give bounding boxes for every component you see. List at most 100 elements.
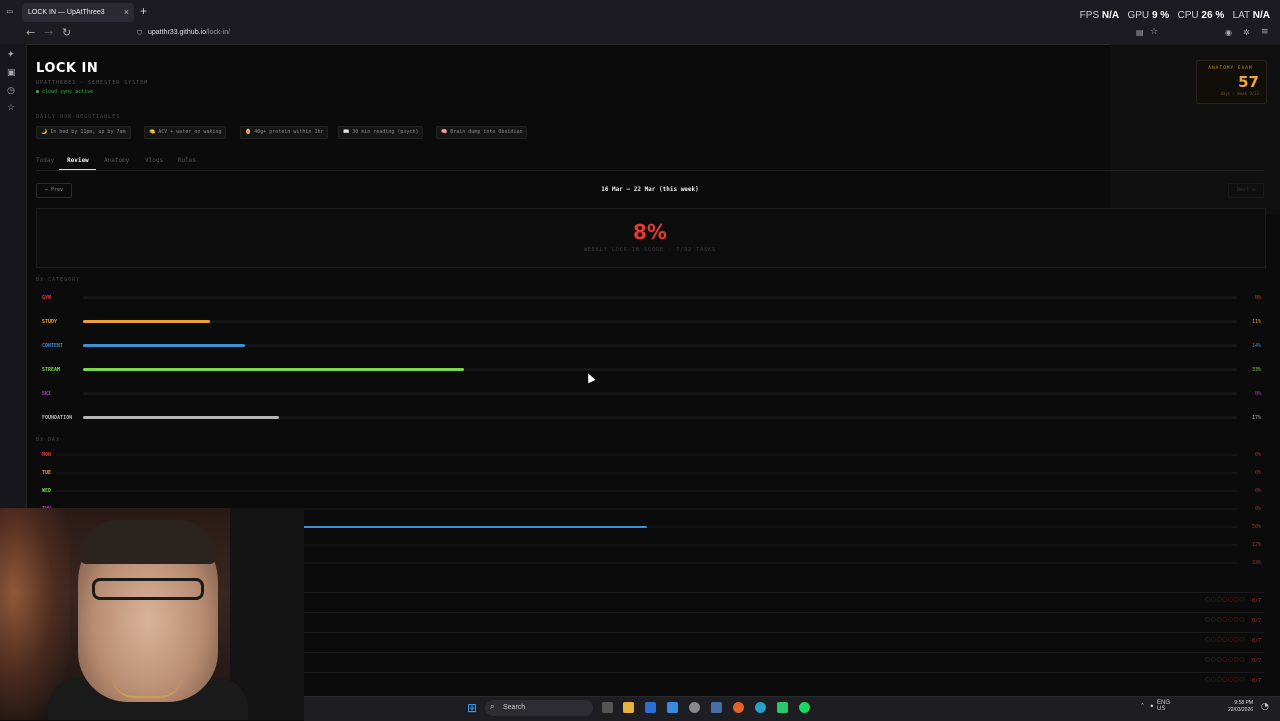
day-progress-track: [56, 472, 1237, 474]
url-host: upatthr33.github.io: [148, 29, 206, 36]
app-icon[interactable]: [711, 702, 722, 713]
non-negotiable-chip[interactable]: 🍋 ACV + water on waking: [144, 126, 227, 139]
non-negotiable-chip[interactable]: 🧠 Brain dump into Obsidian: [436, 126, 528, 139]
notification-bell-icon[interactable]: ◔: [1261, 702, 1269, 712]
day-label: WED: [42, 488, 52, 494]
next-week-button[interactable]: Next →: [1228, 183, 1264, 198]
lat-value: N/A: [1252, 10, 1270, 21]
tab-rules[interactable]: Rules: [178, 157, 196, 164]
category-progress-track: [83, 368, 1237, 371]
habit-dots[interactable]: ○○○○○○○: [1205, 676, 1245, 683]
non-negotiable-chip[interactable]: 🌙 In bed by 11pm, up by 7am: [36, 126, 131, 139]
category-percent: 17%: [1251, 415, 1261, 421]
new-tab-button[interactable]: +: [140, 4, 147, 18]
tab-today[interactable]: Today: [36, 157, 54, 164]
back-button[interactable]: ←: [26, 26, 35, 39]
url-path: /lock-in/: [206, 29, 231, 36]
habit-count: 0/7: [1251, 638, 1261, 644]
category-progress-track: [83, 416, 1237, 419]
file-explorer-icon[interactable]: [623, 702, 634, 713]
category-progress-fill: [83, 344, 245, 347]
windows-start-icon[interactable]: ⊞: [467, 701, 477, 715]
tab-vlogs[interactable]: Vlogs: [145, 157, 163, 164]
taskbar-search[interactable]: Search: [485, 700, 593, 716]
category-label: FOUNDATION: [42, 415, 73, 421]
habit-dots[interactable]: ○○○○○○○: [1205, 656, 1245, 663]
language-indicator[interactable]: ENG US: [1157, 700, 1170, 712]
task-view-icon[interactable]: [602, 702, 613, 713]
day-label: MON: [42, 452, 52, 458]
account-icon[interactable]: ◉: [1225, 28, 1232, 37]
habit-dots[interactable]: ○○○○○○○: [1205, 616, 1245, 623]
clock-date: 22/03/2026: [1228, 707, 1254, 713]
clock-time: 9:58 PM: [1234, 700, 1254, 706]
category-progress-fill: [83, 320, 210, 323]
sync-tabs-icon[interactable]: ▣: [7, 68, 16, 78]
sidebar-toggle-icon[interactable]: ▭: [7, 7, 12, 17]
countdown-sub: days · Week 9/13: [1220, 91, 1259, 96]
firefox-icon[interactable]: [733, 702, 744, 713]
category-label: GYM: [42, 295, 52, 301]
habit-row-divider: [304, 612, 1264, 613]
category-progress-track: [83, 344, 1237, 347]
countdown-days: 57: [1238, 73, 1259, 91]
chevron-up-icon[interactable]: ⌃: [1140, 704, 1145, 710]
prev-week-button[interactable]: ← Prev: [36, 183, 72, 198]
webcam-hair: [80, 520, 216, 564]
shield-icon[interactable]: ⛉: [137, 29, 142, 38]
by-day-label: BY DAY: [36, 437, 61, 443]
webcam-overlay: [0, 508, 304, 720]
webcam-glasses: [92, 578, 204, 600]
non-negotiable-chip[interactable]: 📖 30 min reading (psych): [338, 126, 424, 139]
address-bar[interactable]: upatthr33.github.io/lock-in/: [148, 29, 230, 36]
app-icon[interactable]: [689, 702, 700, 713]
search-icon: ⌕: [490, 702, 495, 711]
close-tab-icon[interactable]: ×: [124, 3, 129, 22]
cpu-value: 26 %: [1201, 10, 1225, 21]
system-clock[interactable]: 9:58 PM 22/03/2026: [1228, 700, 1253, 714]
browser-tab[interactable]: LOCK IN — UpAtThree3 ×: [22, 3, 134, 22]
app-icon[interactable]: [667, 702, 678, 713]
category-percent: 0%: [1254, 295, 1261, 301]
day-percent: 0%: [1254, 470, 1261, 476]
history-icon[interactable]: ◷: [7, 86, 15, 96]
category-progress-fill: [83, 368, 464, 371]
day-percent: 0%: [1254, 452, 1261, 458]
forward-button[interactable]: →: [44, 26, 53, 39]
edge-icon[interactable]: [755, 702, 766, 713]
cpu-label: CPU: [1177, 10, 1199, 21]
habit-count: 0/7: [1251, 678, 1261, 684]
reload-button[interactable]: ↻: [62, 26, 71, 39]
tab-anatomy[interactable]: Anatomy: [104, 157, 129, 164]
category-progress-track: [83, 392, 1237, 395]
tab-review[interactable]: Review: [67, 157, 89, 164]
habit-dots[interactable]: ○○○○○○○: [1205, 636, 1245, 643]
system-tray[interactable]: ⌃ ● ENG US: [1140, 700, 1170, 712]
extensions-icon[interactable]: ✲: [1243, 28, 1250, 37]
app-icon[interactable]: [777, 702, 788, 713]
bookmark-star-icon[interactable]: ☆: [1150, 27, 1158, 37]
non-negotiable-chip[interactable]: 🥚 40g+ protein within 1hr: [240, 126, 329, 139]
bookmarks-icon[interactable]: ☆: [7, 103, 15, 113]
menu-icon[interactable]: ≡: [1261, 27, 1269, 37]
spotify-icon[interactable]: [799, 702, 810, 713]
category-percent: 33%: [1251, 367, 1261, 373]
category-label: STREAM: [42, 367, 61, 373]
fps-label: FPS: [1079, 10, 1100, 21]
habit-count: 0/7: [1251, 598, 1261, 604]
microphone-icon[interactable]: ●: [1150, 704, 1154, 710]
category-percent: 0%: [1254, 391, 1261, 397]
habit-dots[interactable]: ○○○○○○○: [1205, 596, 1245, 603]
reader-icon[interactable]: ▤: [1136, 28, 1144, 37]
app-icon[interactable]: [645, 702, 656, 713]
day-progress-track: [56, 454, 1237, 456]
page-subtitle: UPATTHREE3 · SEMESTER SYSTEM: [36, 80, 149, 86]
webcam-chain: [112, 676, 182, 698]
ai-chat-icon[interactable]: ✦: [7, 50, 15, 60]
habit-row-divider: [304, 632, 1264, 633]
gpu-value: 9 %: [1151, 10, 1170, 21]
day-percent: 0%: [1254, 488, 1261, 494]
category-percent: 11%: [1251, 319, 1261, 325]
active-tab-indicator: [59, 169, 96, 170]
fps-value: N/A: [1101, 10, 1120, 21]
